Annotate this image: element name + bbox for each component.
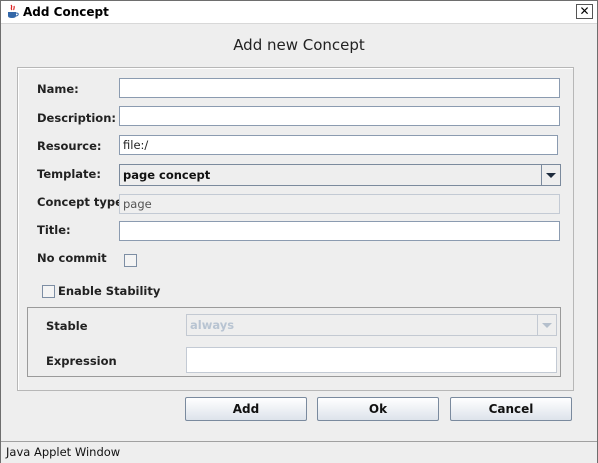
dialog-window: Add Concept ✕ Add new Concept Name: Desc… <box>0 0 598 463</box>
template-select[interactable]: page concept <box>119 164 561 186</box>
resource-input[interactable]: file:/ <box>119 135 558 155</box>
close-button[interactable]: ✕ <box>576 4 593 19</box>
no-commit-checkbox[interactable] <box>124 254 137 267</box>
stable-select-value: always <box>190 318 235 332</box>
no-commit-label: No commit <box>37 251 107 265</box>
expression-label: Expression <box>46 354 117 368</box>
stable-select: always <box>186 314 557 336</box>
chevron-down-icon[interactable] <box>541 165 560 185</box>
add-button[interactable]: Add <box>185 397 307 421</box>
status-text: Java Applet Window <box>6 445 121 459</box>
name-label: Name: <box>37 82 79 96</box>
enable-stability-label[interactable]: Enable Stability <box>58 284 160 298</box>
dialog-heading: Add new Concept <box>233 36 365 54</box>
window-title: Add Concept <box>23 5 109 19</box>
title-label: Title: <box>37 223 71 237</box>
close-icon: ✕ <box>579 4 590 18</box>
java-icon <box>8 4 19 18</box>
title-input[interactable] <box>119 221 560 241</box>
concept-type-field: page <box>119 194 560 214</box>
status-bar: Java Applet Window <box>1 441 597 463</box>
description-label: Description: <box>37 111 116 125</box>
description-input[interactable] <box>119 106 560 126</box>
ok-button[interactable]: Ok <box>317 397 439 421</box>
template-select-value: page concept <box>123 168 211 182</box>
template-label: Template: <box>37 167 101 181</box>
cancel-button[interactable]: Cancel <box>450 397 572 421</box>
expression-input <box>186 347 557 373</box>
stable-label: Stable <box>46 319 88 333</box>
resource-label: Resource: <box>37 139 102 153</box>
title-bar[interactable]: Add Concept ✕ <box>1 1 597 24</box>
enable-stability-checkbox[interactable] <box>42 285 55 298</box>
concept-type-label: Concept type: <box>37 195 128 209</box>
chevron-down-icon <box>537 315 556 335</box>
name-input[interactable] <box>119 78 560 98</box>
